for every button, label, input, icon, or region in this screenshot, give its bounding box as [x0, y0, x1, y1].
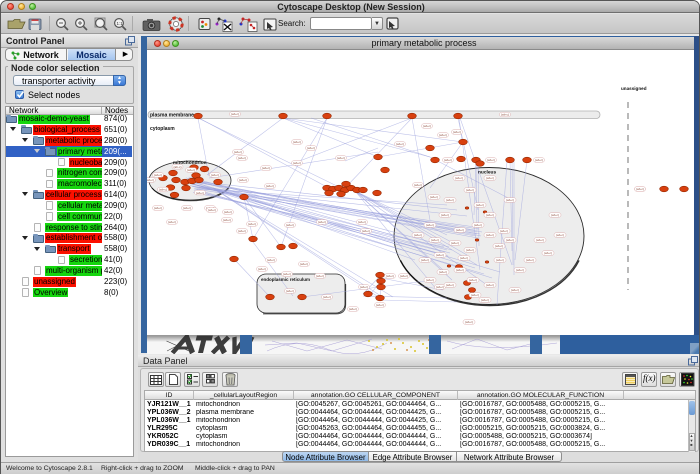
svg-text:(ab-c): (ab-c) [293, 161, 301, 165]
svg-text:(ab-c): (ab-c) [495, 244, 503, 248]
svg-text:(ab-c): (ab-c) [439, 133, 447, 137]
svg-text:(ab-c): (ab-c) [360, 285, 368, 289]
svg-text:(ab-c): (ab-c) [436, 253, 444, 257]
svg-text:(ab-c): (ab-c) [444, 158, 452, 162]
svg-text:(ab-c): (ab-c) [266, 184, 274, 188]
svg-text:(ab-c): (ab-c) [224, 210, 232, 214]
svg-text:(ab-c): (ab-c) [211, 173, 219, 177]
svg-text:(ab-c): (ab-c) [446, 283, 454, 287]
svg-text:(ab-c): (ab-c) [486, 283, 494, 287]
svg-text:(ab-c): (ab-c) [465, 320, 473, 324]
svg-text:plasma membrane: plasma membrane [150, 113, 194, 119]
svg-text:(ab-c): (ab-c) [349, 307, 357, 311]
svg-text:(ab-c): (ab-c) [183, 206, 191, 210]
svg-text:(ab-c): (ab-c) [307, 146, 315, 150]
svg-text:(ab-c): (ab-c) [337, 156, 345, 160]
svg-text:(ab-c): (ab-c) [481, 298, 489, 302]
svg-text:(ab-c): (ab-c) [421, 258, 429, 262]
svg-text:(ab-c): (ab-c) [486, 213, 494, 217]
svg-text:(ab-c): (ab-c) [318, 220, 326, 224]
svg-text:(ab-c): (ab-c) [426, 223, 434, 227]
svg-text:(ab-c): (ab-c) [262, 166, 270, 170]
svg-text:(ab-c): (ab-c) [486, 233, 494, 237]
svg-text:(ab-c): (ab-c) [487, 158, 495, 162]
svg-text:(ab-c): (ab-c) [469, 278, 477, 282]
svg-text:(ab-c): (ab-c) [535, 158, 543, 162]
svg-text:(ab-c): (ab-c) [414, 233, 422, 237]
svg-text:(ab-c): (ab-c) [396, 142, 404, 146]
svg-text:(ab-c): (ab-c) [439, 270, 447, 274]
svg-text:(ab-c): (ab-c) [441, 213, 449, 217]
svg-text:unassigned: unassigned [621, 86, 647, 91]
svg-text:(ab-c): (ab-c) [506, 198, 514, 202]
svg-text:(ab-c): (ab-c) [248, 222, 256, 226]
svg-text:1:1: 1:1 [117, 21, 124, 26]
svg-text:(ab-c): (ab-c) [358, 220, 366, 224]
svg-text:(ab-c): (ab-c) [496, 258, 504, 262]
svg-text:(ab-c): (ab-c) [154, 173, 162, 177]
svg-text:(ab-c): (ab-c) [516, 268, 524, 272]
svg-text:nucleus: nucleus [478, 170, 496, 176]
svg-text:(ab-c): (ab-c) [196, 191, 204, 195]
svg-text:(ab-c): (ab-c) [208, 208, 216, 212]
svg-text:(ab-c): (ab-c) [293, 140, 301, 144]
svg-text:(ab-c): (ab-c) [506, 238, 514, 242]
svg-text:(ab-c): (ab-c) [536, 238, 544, 242]
svg-text:(ab-c): (ab-c) [231, 112, 239, 116]
svg-text:(ab-c): (ab-c) [636, 187, 644, 191]
svg-text:(ab-c): (ab-c) [286, 289, 294, 293]
svg-text:(ab-c): (ab-c) [456, 268, 464, 272]
svg-text:(ab-c): (ab-c) [187, 168, 195, 172]
svg-text:(ab-c): (ab-c) [426, 278, 434, 282]
svg-text:(ab-c): (ab-c) [455, 176, 463, 180]
svg-text:cytoplasm: cytoplasm [150, 126, 175, 132]
svg-text:(ab-c): (ab-c) [544, 251, 552, 255]
svg-text:(ab-c): (ab-c) [511, 288, 519, 292]
svg-text:(ab-c): (ab-c) [446, 198, 454, 202]
svg-text:(ab-c): (ab-c) [376, 303, 384, 307]
svg-text:(ab-c): (ab-c) [283, 272, 291, 276]
svg-text:(ab-c): (ab-c) [323, 295, 331, 299]
svg-text:(ab-c): (ab-c) [436, 285, 444, 289]
svg-text:(ab-c): (ab-c) [501, 113, 509, 117]
svg-text:(ab-c): (ab-c) [526, 258, 534, 262]
svg-text:(ab-c): (ab-c) [430, 195, 438, 199]
svg-text:(ab-c): (ab-c) [423, 124, 431, 128]
svg-text:(ab-c): (ab-c) [466, 188, 474, 192]
svg-text:(ab-c): (ab-c) [239, 178, 247, 182]
svg-text:(ab-c): (ab-c) [159, 188, 167, 192]
svg-text:(ab-c): (ab-c) [234, 150, 242, 154]
svg-text:(ab-c): (ab-c) [238, 229, 246, 233]
svg-text:(ab-c): (ab-c) [474, 223, 482, 227]
svg-text:(ab-c): (ab-c) [451, 241, 459, 245]
svg-text:(ab-c): (ab-c) [168, 220, 176, 224]
svg-text:(ab-c): (ab-c) [362, 229, 370, 233]
svg-text:(ab-c): (ab-c) [147, 178, 154, 182]
svg-text:(ab-c): (ab-c) [223, 218, 231, 222]
svg-text:(ab-c): (ab-c) [267, 258, 275, 262]
svg-text:(ab-c): (ab-c) [316, 274, 324, 278]
svg-text:endoplasmic reticulum: endoplasmic reticulum [261, 277, 310, 282]
svg-text:(ab-c): (ab-c) [431, 238, 439, 242]
svg-text:(ab-c): (ab-c) [456, 228, 464, 232]
svg-text:(ab-c): (ab-c) [551, 213, 559, 217]
svg-text:(ab-c): (ab-c) [286, 223, 294, 227]
svg-text:(ab-c): (ab-c) [300, 262, 308, 266]
svg-text:(ab-c): (ab-c) [486, 176, 494, 180]
svg-text:(ab-c): (ab-c) [460, 256, 468, 260]
svg-text:(ab-c): (ab-c) [453, 130, 461, 134]
svg-text:(ab-c): (ab-c) [414, 183, 422, 187]
svg-text:(ab-c): (ab-c) [476, 203, 484, 207]
svg-text:(ab-c): (ab-c) [500, 229, 508, 233]
svg-text:(ab-c): (ab-c) [556, 233, 564, 237]
svg-text:(ab-c): (ab-c) [471, 293, 479, 297]
svg-text:mitochondrion: mitochondrion [173, 160, 207, 166]
svg-text:(ab-c): (ab-c) [386, 274, 394, 278]
svg-text:(ab-c): (ab-c) [154, 206, 162, 210]
svg-text:(ab-c): (ab-c) [238, 156, 246, 160]
svg-text:(ab-c): (ab-c) [400, 274, 408, 278]
svg-text:(ab-c): (ab-c) [258, 267, 266, 271]
svg-text:(ab-c): (ab-c) [466, 248, 474, 252]
